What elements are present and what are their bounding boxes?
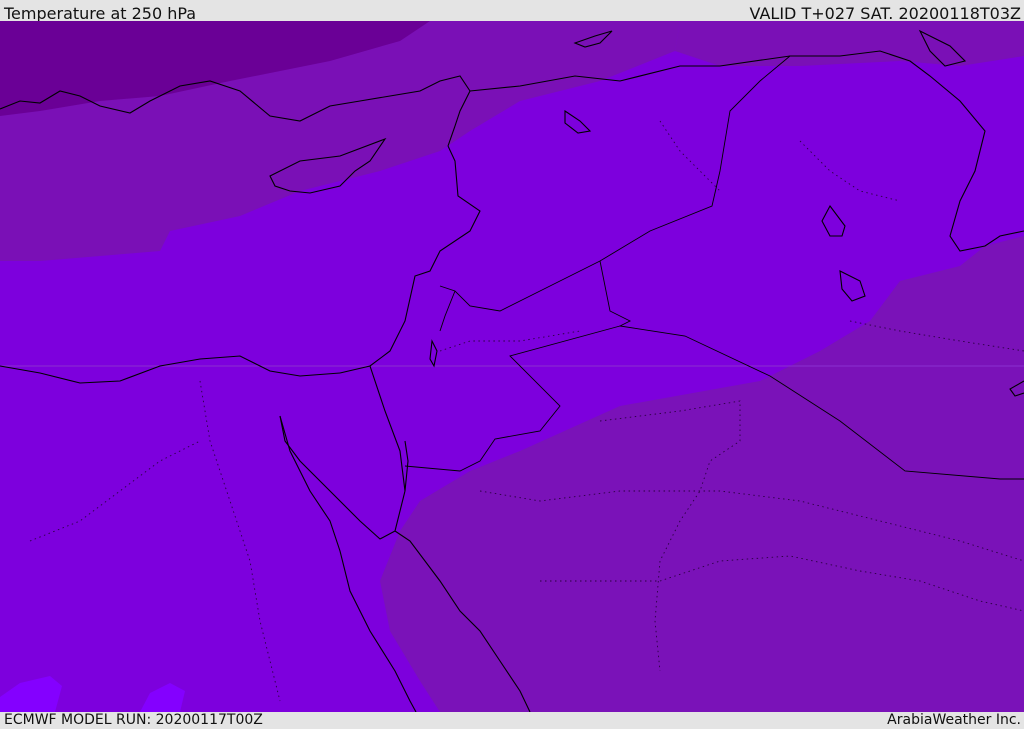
footer-bar: ECMWF MODEL RUN: 20200117T00Z ArabiaWeat… <box>0 712 1024 729</box>
model-run: ECMWF MODEL RUN: 20200117T00Z <box>4 712 263 728</box>
header-bar: Temperature at 250 hPa VALID T+027 SAT. … <box>0 0 1024 23</box>
credit-text: ArabiaWeather Inc. <box>887 712 1021 728</box>
field-cold-northeast <box>675 21 1024 66</box>
temperature-map[interactable] <box>0 21 1024 712</box>
